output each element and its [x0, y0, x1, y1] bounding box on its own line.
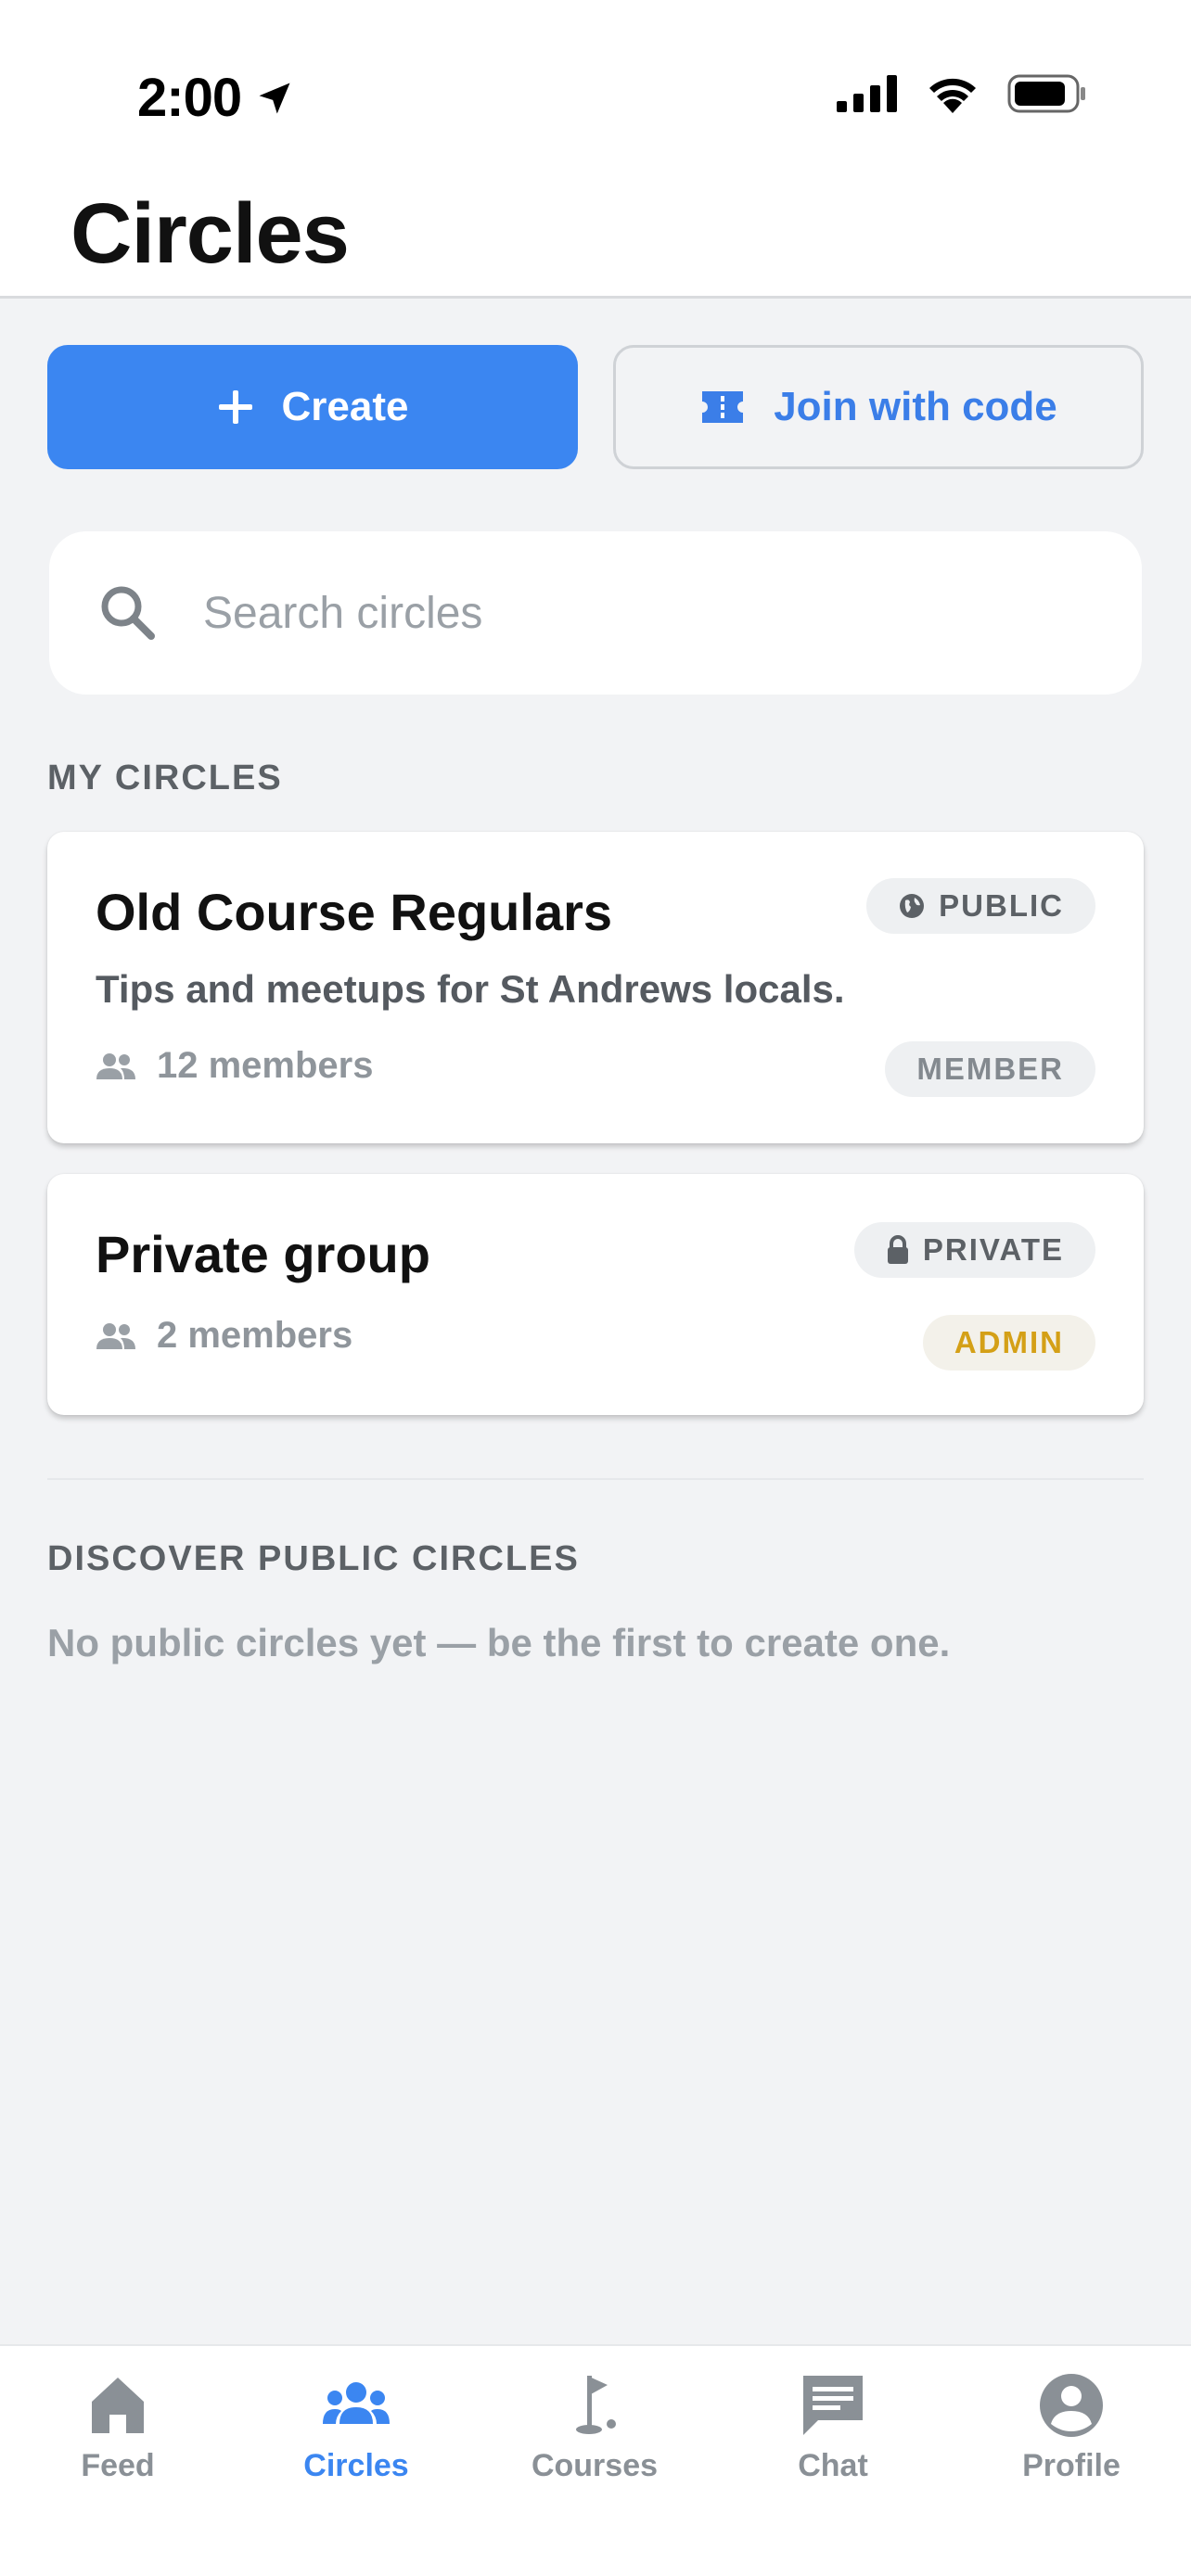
group-icon: [323, 2382, 390, 2424]
tab-courses[interactable]: Courses: [502, 2370, 687, 2509]
search-input[interactable]: [203, 587, 1038, 639]
visibility-badge: PRIVATE: [853, 1222, 1095, 1278]
tab-label: Profile: [1022, 2448, 1121, 2483]
circle-card-private-group[interactable]: Private group PRIVATE 2 members ADMIN: [47, 1174, 1144, 1415]
tab-profile[interactable]: Profile: [979, 2370, 1164, 2509]
home-icon: [92, 2378, 144, 2433]
lock-icon: [887, 1235, 908, 1264]
status-icons: [837, 74, 1087, 113]
tab-circles[interactable]: Circles: [263, 2370, 449, 2509]
status-time-text: 2:00: [137, 68, 242, 128]
tab-label: Feed: [81, 2448, 155, 2483]
circle-members-text: 2 members: [157, 1315, 353, 1356]
circle-members: 2 members: [96, 1315, 352, 1357]
tab-label: Circles: [303, 2448, 409, 2483]
profile-icon: [1040, 2374, 1103, 2437]
golf-flag-icon: [576, 2376, 616, 2434]
location-arrow-icon: [259, 83, 290, 113]
discover-label: DISCOVER PUBLIC CIRCLES: [47, 1539, 580, 1578]
my-circles-label: MY CIRCLES: [47, 759, 283, 797]
circle-members: 12 members: [96, 1045, 373, 1087]
circle-members-text: 12 members: [157, 1045, 374, 1086]
chat-icon: [803, 2376, 863, 2435]
ticket-icon: [702, 391, 744, 423]
join-button-label: Join with code: [774, 384, 1057, 429]
tab-label: Courses: [531, 2448, 659, 2483]
circle-description: Tips and meetups for St Andrews locals.: [96, 967, 845, 1011]
circle-name: Private group: [96, 1225, 430, 1283]
visibility-badge: PUBLIC: [866, 878, 1095, 934]
cellular-signal-icon: [837, 75, 897, 112]
globe-icon: [900, 894, 925, 918]
page-title: Circles: [70, 186, 350, 281]
battery-icon: [1007, 74, 1085, 113]
visibility-badge-label: PRIVATE: [922, 1232, 1064, 1267]
circle-card-old-course-regulars[interactable]: Old Course Regulars PUBLIC Tips and meet…: [47, 832, 1144, 1143]
search-bar[interactable]: [49, 531, 1142, 695]
tab-chat[interactable]: Chat: [740, 2370, 926, 2509]
visibility-badge-label: PUBLIC: [939, 888, 1064, 923]
header: 2:00 Circles: [0, 0, 1191, 299]
tab-feed[interactable]: Feed: [25, 2370, 211, 2509]
join-with-code-button[interactable]: Join with code: [613, 345, 1144, 469]
create-button-label: Create: [281, 384, 409, 429]
circle-name: Old Course Regulars: [96, 883, 613, 941]
wifi-icon: [929, 78, 976, 113]
members-icon: [96, 1322, 135, 1349]
role-badge: MEMBER: [885, 1041, 1095, 1097]
section-divider: [47, 1478, 1144, 1480]
members-icon: [96, 1052, 135, 1079]
create-button[interactable]: Create: [47, 345, 578, 469]
search-icon: [101, 586, 155, 640]
role-badge: ADMIN: [922, 1315, 1095, 1371]
tab-bar: Feed Circles Courses Chat Profile: [0, 2344, 1191, 2576]
plus-icon: [218, 390, 252, 424]
status-time: 2:00: [137, 67, 295, 129]
tab-label: Chat: [798, 2448, 868, 2483]
discover-empty-text: No public circles yet — be the first to …: [47, 1621, 951, 1664]
